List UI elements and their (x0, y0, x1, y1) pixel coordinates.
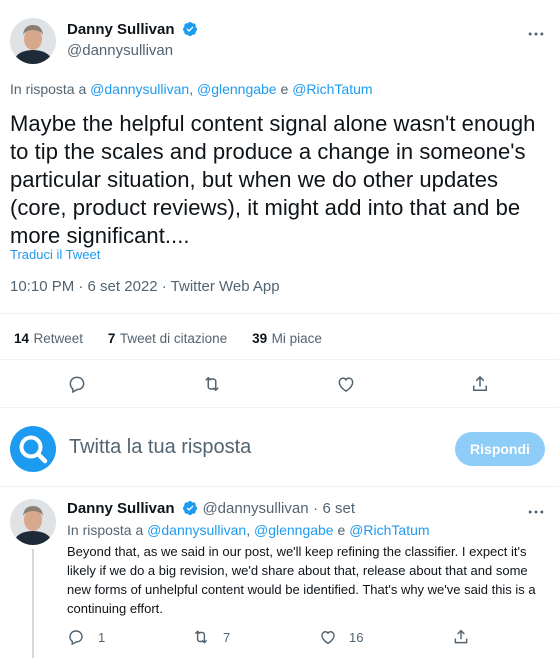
author-avatar[interactable] (10, 18, 56, 64)
like-icon[interactable] (319, 628, 337, 646)
author-name-row[interactable]: Danny Sullivan (67, 21, 198, 39)
reply-date[interactable]: 6 set (322, 500, 355, 517)
quotes-stat[interactable]: 7 Tweet di citazione (108, 330, 227, 347)
avatar-image (10, 499, 56, 545)
reply-and: e (280, 81, 289, 97)
reply-and: e (337, 522, 346, 538)
reply-user-link[interactable]: @dannysullivan (90, 81, 189, 97)
reply-input[interactable]: Twitta la tua risposta (69, 436, 251, 459)
share-icon[interactable] (452, 628, 470, 651)
divider (0, 407, 559, 408)
reply-like-action[interactable]: 16 (319, 628, 363, 646)
reply-user-link[interactable]: @dannysullivan (147, 522, 246, 538)
reply-reply-action[interactable]: 1 (67, 628, 105, 646)
reply-prefix: In risposta a (67, 522, 144, 538)
reply-user-link[interactable]: @RichTatum (292, 81, 372, 97)
reply-prefix: In risposta a (10, 81, 87, 97)
retweet-count: 7 (223, 629, 231, 645)
tweet-text: Maybe the helpful content signal alone w… (10, 111, 536, 248)
more-options-icon[interactable] (526, 502, 546, 527)
author-name[interactable]: Danny Sullivan (67, 21, 175, 38)
separator-dot: · (313, 500, 319, 517)
reply-icon[interactable] (67, 628, 85, 646)
translate-link[interactable]: Traduci il Tweet (10, 247, 100, 262)
reply-user-link[interactable]: @RichTatum (349, 522, 429, 538)
retweet-icon[interactable] (192, 628, 210, 646)
reply-author-name[interactable]: Danny Sullivan (67, 500, 175, 517)
retweets-stat[interactable]: 14 Retweet (14, 330, 83, 347)
thread-line (32, 549, 34, 658)
reply-count: 1 (98, 629, 106, 645)
like-count: 16 (349, 629, 364, 645)
avatar-image (10, 18, 56, 64)
divider (0, 359, 559, 360)
composer-avatar (10, 426, 56, 472)
reply-header: Danny Sullivan @dannysullivan · 6 set (67, 500, 355, 518)
author-handle[interactable]: @dannysullivan (67, 42, 173, 59)
verified-badge-icon (182, 22, 197, 36)
reply-user-link[interactable]: @glenngabe (254, 522, 334, 538)
retweet-icon[interactable] (202, 374, 222, 399)
reply-text: Beyond that, as we said in our post, we'… (67, 544, 536, 616)
reply-icon[interactable] (67, 374, 87, 399)
reply-author-handle[interactable]: @dannysullivan (202, 500, 308, 517)
reply-context: In risposta a @dannysullivan, @glenngabe… (10, 81, 373, 97)
search-icon (19, 435, 48, 464)
likes-stat[interactable]: 39 Mi piace (252, 330, 322, 347)
more-options-icon[interactable] (526, 24, 546, 49)
divider (0, 486, 559, 487)
reply-author-avatar[interactable] (10, 499, 56, 545)
tweet-stats: 14 Retweet 7 Tweet di citazione 39 Mi pi… (14, 330, 322, 348)
tweet-timestamp[interactable]: 10:10 PM · 6 set 2022 · Twitter Web App (10, 278, 280, 295)
reply-context: In risposta a @dannysullivan, @glenngabe… (67, 522, 430, 538)
reply-user-link[interactable]: @glenngabe (197, 81, 277, 97)
reply-button[interactable]: Rispondi (455, 432, 545, 466)
reply-retweet-action[interactable]: 7 (192, 628, 230, 646)
share-icon[interactable] (470, 374, 490, 399)
like-icon[interactable] (336, 374, 356, 399)
verified-badge-icon (182, 501, 197, 515)
divider (0, 313, 559, 314)
